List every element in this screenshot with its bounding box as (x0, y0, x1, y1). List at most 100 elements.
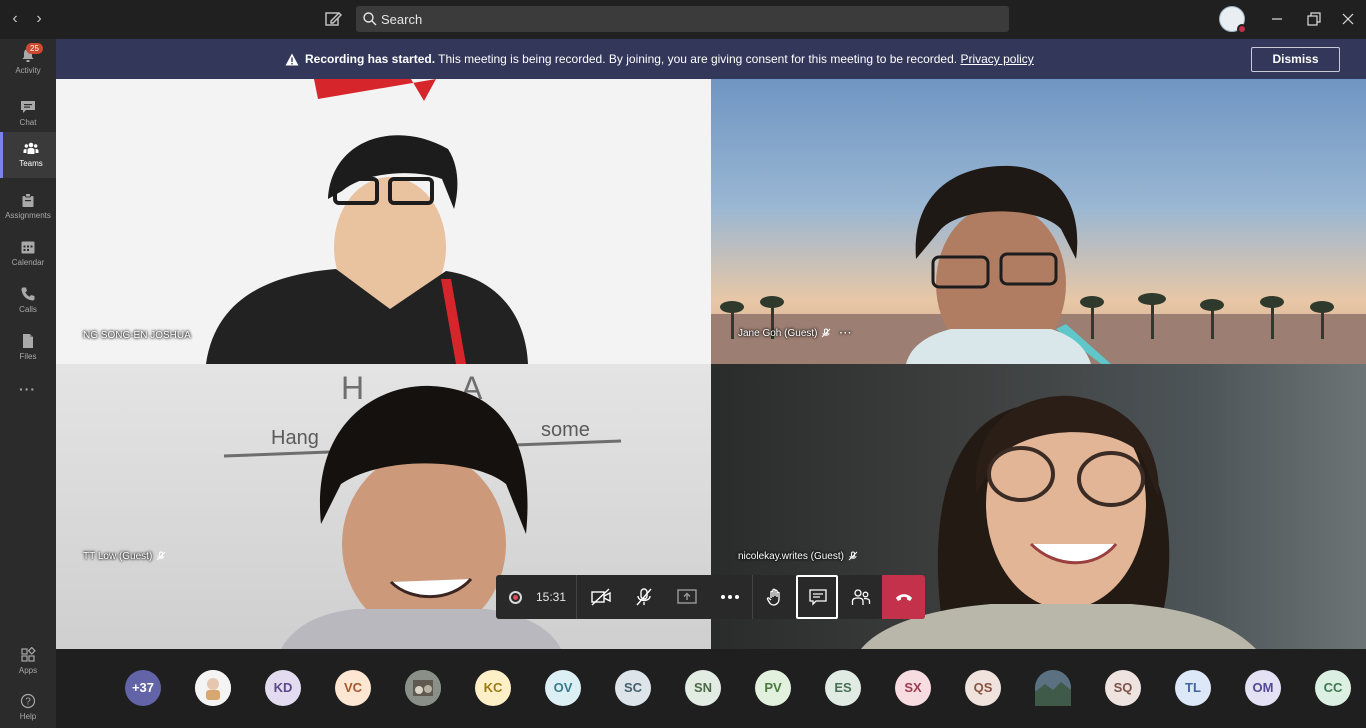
rail-label: Files (19, 352, 37, 361)
participant-name: TT Low (Guest) (83, 551, 153, 562)
rail-label: Calendar (11, 258, 45, 267)
participant-avatar[interactable]: SQ (1105, 670, 1141, 706)
assignments-icon (22, 193, 34, 207)
rail-files[interactable]: Files (0, 325, 56, 371)
call-timer: 15:31 (536, 590, 567, 604)
participant-name-row: Jane Goh (Guest) ··· (738, 328, 852, 339)
participant-avatar[interactable]: OM (1245, 670, 1281, 706)
more-options-icon[interactable]: ··· (839, 328, 852, 339)
rail-calendar[interactable]: Calendar (0, 231, 56, 277)
status-busy-icon (1237, 24, 1247, 34)
file-icon (23, 334, 33, 348)
hang-up-icon (896, 594, 912, 601)
rail-help[interactable]: ? Help (0, 685, 56, 728)
participant-name: nicolekay.writes (Guest) (738, 551, 844, 562)
participant-avatar[interactable]: ES (825, 670, 861, 706)
mic-muted-icon (848, 551, 858, 561)
title-bar: ‹ › Search (0, 0, 1366, 39)
search-placeholder: Search (381, 12, 423, 27)
camera-off-icon (591, 588, 611, 606)
rail-chat[interactable]: Chat (0, 91, 56, 137)
participants-icon (851, 589, 871, 605)
participants-button[interactable] (839, 575, 881, 619)
participant-avatar[interactable]: OV (545, 670, 581, 706)
participant-name: NG SONG-EN JOSHUA (83, 330, 191, 341)
apps-icon (21, 647, 36, 662)
app-rail: 25 Activity Chat Teams Assignments Calen… (0, 39, 56, 728)
rail-apps[interactable]: Apps (0, 639, 56, 685)
rail-more[interactable]: ··· (0, 369, 56, 415)
calendar-icon (21, 241, 35, 254)
mic-muted-icon (822, 328, 831, 338)
call-controls: 15:31 (496, 575, 925, 619)
back-icon[interactable]: ‹ (5, 9, 25, 29)
hand-icon (766, 588, 780, 606)
rail-calls[interactable]: Calls (0, 278, 56, 324)
teams-icon (23, 142, 39, 154)
participant-name-row: nicolekay.writes (Guest) (738, 551, 858, 562)
participant-avatar[interactable]: TL (1175, 670, 1211, 706)
rail-assignments[interactable]: Assignments (0, 184, 56, 230)
mic-off-icon (636, 588, 652, 606)
svg-text:?: ? (25, 697, 31, 708)
rail-label: Activity (15, 66, 41, 75)
avatar-photo (1035, 670, 1071, 706)
svg-text:Hang: Hang (271, 427, 319, 449)
video-tile[interactable]: Jane Goh (Guest) ··· (711, 79, 1366, 364)
new-chat-icon[interactable] (322, 8, 344, 30)
chat-icon (21, 101, 35, 113)
rail-label: Teams (19, 159, 43, 168)
restore-icon[interactable] (1303, 9, 1323, 29)
search-input[interactable]: Search (356, 6, 1009, 32)
mic-toggle-button[interactable] (622, 575, 664, 619)
video-tile[interactable]: NG SONG-EN JOSHUA (56, 79, 711, 364)
close-icon[interactable] (1338, 9, 1358, 29)
search-icon (362, 11, 378, 27)
raise-hand-button[interactable] (753, 575, 795, 619)
participant-avatar[interactable] (405, 670, 441, 706)
participants-strip: +37 KD VC KC OV SC SN PV ES SX QS SQ TL … (56, 649, 1366, 728)
more-icon (721, 595, 739, 599)
minimize-icon[interactable] (1267, 9, 1287, 29)
more-icon: ··· (19, 381, 36, 397)
dismiss-button[interactable]: Dismiss (1251, 47, 1340, 72)
participant-avatar[interactable]: KD (265, 670, 301, 706)
avatar-photo (195, 670, 231, 706)
hang-up-button[interactable] (882, 575, 925, 619)
divider (576, 575, 577, 619)
help-icon: ? (20, 693, 36, 709)
participant-video (711, 165, 1366, 364)
svg-text:some: some (541, 419, 590, 441)
avatar-photo (405, 670, 441, 706)
participant-name: Jane Goh (Guest) (738, 328, 818, 339)
share-icon (677, 589, 697, 604)
participant-avatar[interactable]: CC (1315, 670, 1351, 706)
participant-avatar[interactable]: SC (615, 670, 651, 706)
participant-avatar[interactable] (1035, 670, 1071, 706)
share-screen-button[interactable] (665, 575, 707, 619)
rail-activity[interactable]: 25 Activity (0, 39, 56, 85)
more-actions-button[interactable] (708, 575, 750, 619)
chat-button[interactable] (796, 575, 838, 619)
recording-banner: Recording has started. This meeting is b… (56, 39, 1366, 79)
participant-avatar[interactable] (195, 670, 231, 706)
forward-icon[interactable]: › (29, 9, 49, 29)
participant-avatar[interactable]: SX (895, 670, 931, 706)
participant-avatar[interactable]: SN (685, 670, 721, 706)
phone-icon (21, 287, 35, 301)
participant-name-row: TT Low (Guest) (83, 551, 166, 562)
banner-text: This meeting is being recorded. By joini… (435, 52, 961, 66)
participant-avatar[interactable]: KC (475, 670, 511, 706)
participant-avatar[interactable]: PV (755, 670, 791, 706)
participant-video (206, 79, 528, 364)
participant-avatar[interactable]: QS (965, 670, 1001, 706)
profile-avatar[interactable] (1219, 6, 1247, 34)
recording-timer: 15:31 (496, 575, 576, 619)
privacy-policy-link[interactable]: Privacy policy (960, 52, 1033, 66)
rail-label: Assignments (5, 211, 51, 220)
banner-title: Recording has started. (305, 52, 436, 66)
more-participants-button[interactable]: +37 (125, 670, 161, 706)
camera-toggle-button[interactable] (579, 575, 621, 619)
participant-avatar[interactable]: VC (335, 670, 371, 706)
rail-teams[interactable]: Teams (0, 132, 56, 178)
